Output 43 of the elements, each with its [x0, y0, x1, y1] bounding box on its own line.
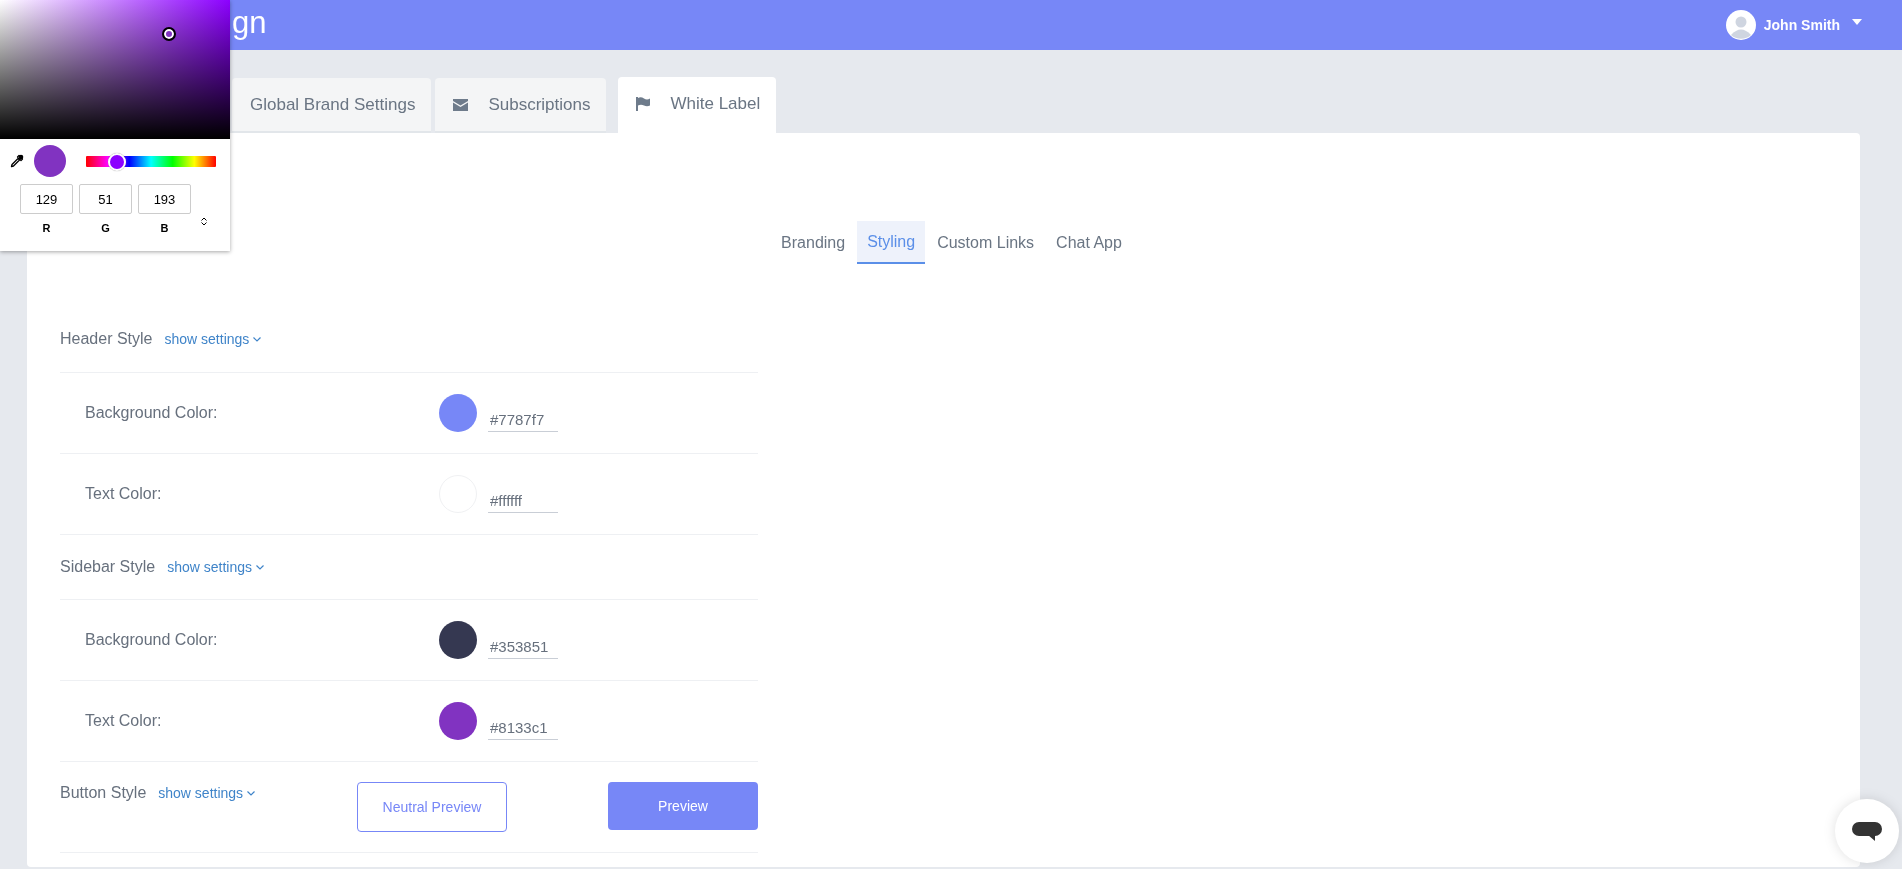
show-settings-link[interactable]: show settings: [164, 331, 262, 347]
hue-thumb[interactable]: [108, 152, 127, 171]
preview-button[interactable]: Preview: [608, 782, 758, 830]
color-swatch[interactable]: [439, 394, 477, 432]
user-name[interactable]: John Smith: [1763, 17, 1840, 33]
field-label: Background Color:: [85, 631, 219, 649]
show-settings-link[interactable]: show settings: [158, 785, 256, 801]
chevron-down-icon: [247, 790, 256, 796]
flag-icon: [636, 97, 651, 111]
sub-tab[interactable]: Custom Links: [927, 221, 1045, 264]
toggle-arrows-icon[interactable]: [201, 217, 207, 226]
channel-field[interactable]: 193: [138, 184, 191, 214]
avatar-icon[interactable]: [1725, 10, 1756, 40]
sub-tab[interactable]: Chat App: [1046, 221, 1132, 264]
chevron-down-icon: [256, 564, 264, 570]
section-title: Header Style: [60, 330, 153, 348]
hue-slider[interactable]: [86, 155, 216, 167]
tab[interactable]: White Label: [618, 77, 777, 133]
field-label: Text Color:: [85, 485, 163, 503]
app-title: gn: [232, 5, 268, 41]
section-title: Button Style: [60, 784, 147, 802]
channel-field[interactable]: 51: [79, 184, 132, 214]
show-settings-link[interactable]: show settings: [167, 559, 264, 575]
sub-tab[interactable]: Styling: [857, 221, 926, 264]
channel-label: R: [42, 222, 51, 234]
caret-icon[interactable]: [1852, 19, 1862, 25]
color-swatch[interactable]: [439, 621, 477, 659]
channel-field[interactable]: 129: [20, 184, 73, 214]
picker-handle[interactable]: [162, 26, 177, 41]
neutral-preview-button[interactable]: Neutral Preview: [357, 782, 507, 832]
saturation-area[interactable]: [0, 0, 230, 139]
field-label: Background Color:: [85, 404, 219, 422]
chevron-down-icon: [253, 336, 262, 342]
field-label: Text Color:: [85, 712, 163, 730]
sub-tab[interactable]: Branding: [771, 221, 856, 264]
eyedropper-icon[interactable]: [10, 154, 24, 168]
tab[interactable]: Global Brand Settings: [232, 78, 432, 133]
channel-label: G: [101, 222, 110, 234]
channel-label: B: [160, 222, 169, 234]
color-swatch[interactable]: [439, 702, 477, 740]
section-title: Sidebar Style: [60, 558, 156, 576]
tab[interactable]: Subscriptions: [435, 78, 607, 133]
envelope-icon: [453, 98, 469, 111]
